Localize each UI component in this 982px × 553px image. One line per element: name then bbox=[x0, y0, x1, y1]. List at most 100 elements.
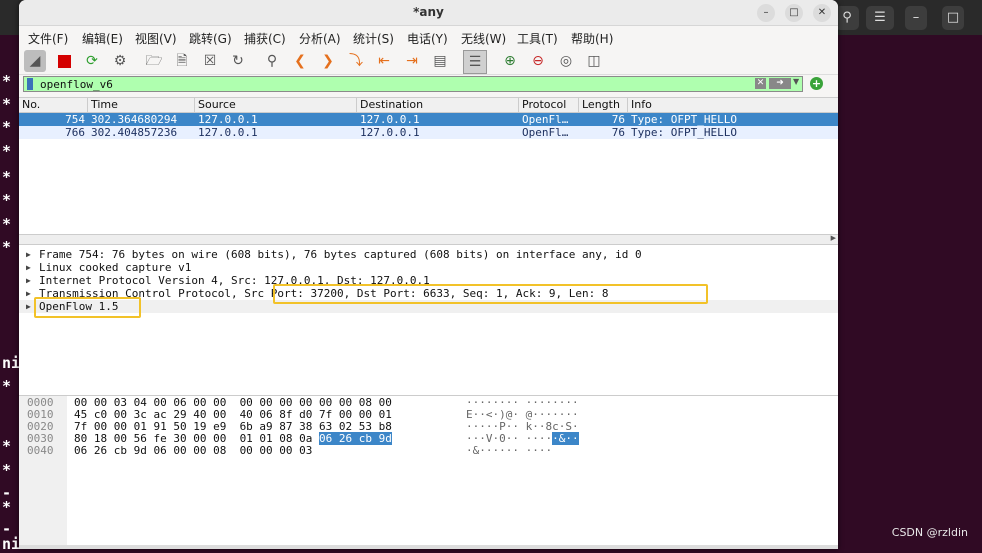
byte-ascii-selected: ·&·· bbox=[552, 432, 579, 445]
go-forward-icon[interactable]: ❯ bbox=[317, 50, 339, 72]
packet-list-header: No. Time Source Destination Protocol Len… bbox=[19, 98, 838, 113]
resize-columns-icon[interactable]: ◫ bbox=[583, 50, 605, 72]
menu-go[interactable]: 跳转(G) bbox=[189, 30, 232, 47]
go-to-packet-icon[interactable]: ⤵ bbox=[345, 50, 367, 72]
reload-file-icon[interactable]: ↻ bbox=[227, 50, 249, 72]
filter-bookmark-icon[interactable] bbox=[27, 78, 33, 90]
packet-info: Type: OFPT_HELLO bbox=[631, 113, 737, 126]
terminal-glyph: * bbox=[2, 215, 12, 233]
first-packet-icon[interactable]: ⇤ bbox=[373, 50, 395, 72]
menu-view[interactable]: 视图(V) bbox=[135, 30, 177, 47]
byte-offset: 0040 bbox=[27, 444, 54, 457]
menu-analyze[interactable]: 分析(A) bbox=[299, 30, 341, 47]
terminal-menu-button[interactable]: ☰ bbox=[866, 6, 894, 30]
terminal-glyph: * bbox=[2, 191, 12, 209]
terminal-glyph: * bbox=[2, 72, 12, 90]
add-filter-button-icon[interactable]: + bbox=[810, 77, 823, 90]
last-packet-icon[interactable]: ⇥ bbox=[401, 50, 423, 72]
packet-time: 302.404857236 bbox=[91, 126, 178, 139]
packet-protocol: OpenFl… bbox=[522, 126, 569, 139]
go-back-icon[interactable]: ❮ bbox=[289, 50, 311, 72]
clear-filter-icon[interactable]: ✕ bbox=[755, 78, 766, 89]
find-packet-icon[interactable]: ⚲ bbox=[261, 50, 283, 72]
packet-protocol: OpenFl… bbox=[522, 113, 569, 126]
byte-hex[interactable]: 06 26 cb 9d 06 00 00 08 00 00 00 03 bbox=[74, 445, 312, 457]
terminal-left-strip: * * * * * * * * ni * * * - * - ni bbox=[0, 35, 20, 553]
open-file-icon[interactable]: 🗁 bbox=[143, 50, 165, 72]
column-header-source[interactable]: Source bbox=[194, 98, 236, 112]
packet-time: 302.364680294 bbox=[91, 113, 178, 126]
menu-wireless[interactable]: 无线(W) bbox=[461, 30, 506, 47]
capture-options-icon[interactable]: ⚙ bbox=[109, 50, 131, 72]
highlight-box-tcp-ports bbox=[273, 284, 708, 304]
detail-text: Linux cooked capture v1 bbox=[39, 261, 192, 274]
title-bar: *any – □ ✕ bbox=[19, 0, 838, 26]
terminal-maximize-button[interactable]: □ bbox=[942, 6, 964, 30]
packet-no: 754 bbox=[65, 113, 85, 126]
column-header-length[interactable]: Length bbox=[578, 98, 620, 112]
packet-info: Type: OFPT_HELLO bbox=[631, 126, 737, 139]
status-bar bbox=[19, 545, 838, 549]
menu-file[interactable]: 文件(F) bbox=[28, 30, 68, 47]
byte-ascii[interactable]: ·&······ ···· bbox=[466, 445, 552, 457]
detail-row-frame[interactable]: ▶ Frame 754: 76 bytes on wire (608 bits),… bbox=[19, 248, 838, 261]
apply-filter-icon[interactable]: ➜ bbox=[769, 78, 791, 89]
packet-details: ▶ Frame 754: 76 bytes on wire (608 bits),… bbox=[19, 244, 838, 395]
terminal-glyph: * bbox=[2, 118, 12, 136]
colorize-icon[interactable]: ☰ bbox=[463, 50, 487, 74]
menu-statistics[interactable]: 统计(S) bbox=[353, 30, 394, 47]
expand-arrow-icon[interactable]: ▶ bbox=[26, 248, 31, 261]
scroll-right-icon[interactable]: ▶ bbox=[831, 234, 836, 242]
zoom-out-icon[interactable]: ⊖ bbox=[527, 50, 549, 72]
close-file-icon[interactable]: ☒ bbox=[199, 50, 221, 72]
packet-length: 76 bbox=[611, 126, 625, 139]
packet-source: 127.0.0.1 bbox=[198, 126, 258, 139]
zoom-in-icon[interactable]: ⊕ bbox=[499, 50, 521, 72]
packet-destination: 127.0.0.1 bbox=[360, 126, 420, 139]
packet-row[interactable]: 766 302.404857236 127.0.0.1 127.0.0.1 Op… bbox=[19, 126, 838, 139]
terminal-search-button[interactable]: ⚲ bbox=[835, 6, 859, 30]
menu-help[interactable]: 帮助(H) bbox=[571, 30, 613, 47]
display-filter-input[interactable]: openflow_v6 bbox=[23, 76, 803, 92]
close-button[interactable]: ✕ bbox=[813, 4, 831, 22]
packet-no: 766 bbox=[65, 126, 85, 139]
column-header-no[interactable]: No. bbox=[19, 98, 40, 112]
minimize-button[interactable]: – bbox=[757, 4, 775, 22]
packet-list-scrollbar[interactable]: ▶ bbox=[19, 234, 838, 244]
auto-scroll-icon[interactable]: ▤ bbox=[429, 50, 451, 72]
maximize-button[interactable]: □ bbox=[785, 4, 803, 22]
save-file-icon[interactable]: 🗎 bbox=[171, 50, 193, 72]
column-header-info[interactable]: Info bbox=[627, 98, 652, 112]
restart-capture-icon[interactable]: ⟳ bbox=[81, 50, 103, 72]
filter-dropdown-icon[interactable]: ▼ bbox=[793, 77, 799, 86]
menu-capture[interactable]: 捕获(C) bbox=[244, 30, 286, 47]
column-header-time[interactable]: Time bbox=[87, 98, 118, 112]
terminal-glyph: * bbox=[2, 238, 12, 256]
expand-arrow-icon[interactable]: ▶ bbox=[26, 287, 31, 300]
expand-arrow-icon[interactable]: ▶ bbox=[26, 261, 31, 274]
terminal-minimize-button[interactable]: – bbox=[905, 6, 927, 30]
packet-list: No. Time Source Destination Protocol Len… bbox=[19, 97, 838, 244]
normal-size-icon[interactable]: ◎ bbox=[555, 50, 577, 72]
menu-telephony[interactable]: 电话(Y) bbox=[407, 30, 448, 47]
expand-arrow-icon[interactable]: ▶ bbox=[26, 274, 31, 287]
terminal-glyph: * bbox=[2, 498, 12, 516]
start-capture-icon[interactable]: ◢ bbox=[24, 50, 46, 72]
terminal-glyph: * bbox=[2, 377, 12, 395]
column-header-destination[interactable]: Destination bbox=[356, 98, 423, 112]
menu-edit[interactable]: 编辑(E) bbox=[82, 30, 123, 47]
expand-arrow-icon[interactable]: ▶ bbox=[26, 300, 31, 313]
packet-source: 127.0.0.1 bbox=[198, 113, 258, 126]
watermark: CSDN @rzldin bbox=[891, 526, 968, 539]
detail-row-linux-cooked[interactable]: ▶ Linux cooked capture v1 bbox=[19, 261, 838, 274]
menu-tools[interactable]: 工具(T) bbox=[517, 30, 558, 47]
stop-capture-icon[interactable] bbox=[53, 50, 75, 72]
display-filter-bar: openflow_v6 ✕ ➜ ▼ + bbox=[19, 75, 838, 95]
packet-destination: 127.0.0.1 bbox=[360, 113, 420, 126]
highlight-box-openflow bbox=[34, 297, 141, 318]
column-header-protocol[interactable]: Protocol bbox=[518, 98, 566, 112]
packet-row[interactable]: 754 302.364680294 127.0.0.1 127.0.0.1 Op… bbox=[19, 113, 838, 126]
terminal-glyph: * bbox=[2, 142, 12, 160]
bytes-row: 0040 06 26 cb 9d 06 00 00 08 00 00 00 03… bbox=[19, 445, 838, 457]
main-toolbar: ◢ ⟳ ⚙ 🗁 🗎 ☒ ↻ ⚲ ❮ ❯ ⤵ ⇤ ⇥ ▤ ☰ ⊕ ⊖ ◎ ◫ bbox=[19, 48, 838, 75]
